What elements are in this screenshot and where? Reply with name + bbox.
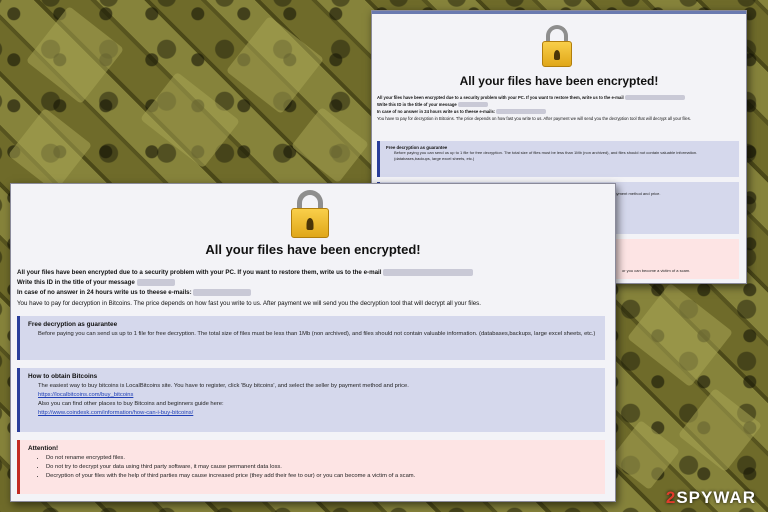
site-watermark: 2SPYWAR <box>666 488 756 508</box>
free-decryption-box: Free decryption as guarantee Before payi… <box>17 316 605 360</box>
intro-line-email: All your files have been encrypted due t… <box>377 95 624 100</box>
intro-line-price: You have to pay for decryption in Bitcoi… <box>17 299 481 307</box>
intro-text: All your files have been encrypted due t… <box>377 94 740 122</box>
intro-line-emails: In case of no answer in 24 hours write u… <box>377 109 496 114</box>
list-item: Do not rename encrypted files. <box>46 454 597 463</box>
list-item: Do not try to decrypt your data using th… <box>46 463 597 472</box>
box-title: How to obtain Bitcoins <box>28 373 98 380</box>
box-title: Attention! <box>28 445 59 452</box>
padlock-icon <box>542 25 572 67</box>
headline: All your files have been encrypted! <box>459 74 659 88</box>
intro-line-id: Write this ID in the title of your messa… <box>17 279 135 287</box>
box-title: Free decryption as guarantee <box>28 321 118 328</box>
watermark-text: SPYWAR <box>676 488 756 507</box>
box-text: The easiest way to buy bitcoins is Local… <box>38 383 409 389</box>
attention-list: Do not rename encrypted files. Do not tr… <box>28 454 597 481</box>
padlock-icon <box>291 190 329 238</box>
intro-line-email: All your files have been encrypted due t… <box>17 269 382 276</box>
watermark-prefix: 2 <box>665 488 677 507</box>
intro-line-id: Write this ID in the title of your messa… <box>377 102 457 107</box>
localbitcoins-link[interactable]: https://localbitcoins.com/buy_bitcoins <box>28 391 597 400</box>
box-text: Before paying you can send us up to 1 fi… <box>38 331 596 337</box>
free-decryption-box: Free decryption as guarantee Before payi… <box>377 141 739 177</box>
ransom-note-window: All your files have been encrypted! All … <box>10 183 616 502</box>
attention-box: Attention! Do not rename encrypted files… <box>17 440 605 494</box>
headline: All your files have been encrypted! <box>205 242 421 257</box>
coindesk-link[interactable]: http://www.coindesk.com/information/how-… <box>28 409 597 418</box>
intro-line-price: You have to pay for decryption in Bitcoi… <box>377 116 691 121</box>
intro-line-emails: In case of no answer in 24 hours write u… <box>17 289 192 297</box>
obtain-bitcoins-box: How to obtain Bitcoins The easiest way t… <box>17 368 605 432</box>
window-titlebar <box>372 11 746 14</box>
box-text: Also you can find other places to buy Bi… <box>38 401 224 407</box>
intro-text: All your files have been encrypted due t… <box>17 268 607 309</box>
list-item: Decryption of your files with the help o… <box>46 472 597 481</box>
box-text: Before paying you can send us up to 1 fi… <box>394 150 698 161</box>
